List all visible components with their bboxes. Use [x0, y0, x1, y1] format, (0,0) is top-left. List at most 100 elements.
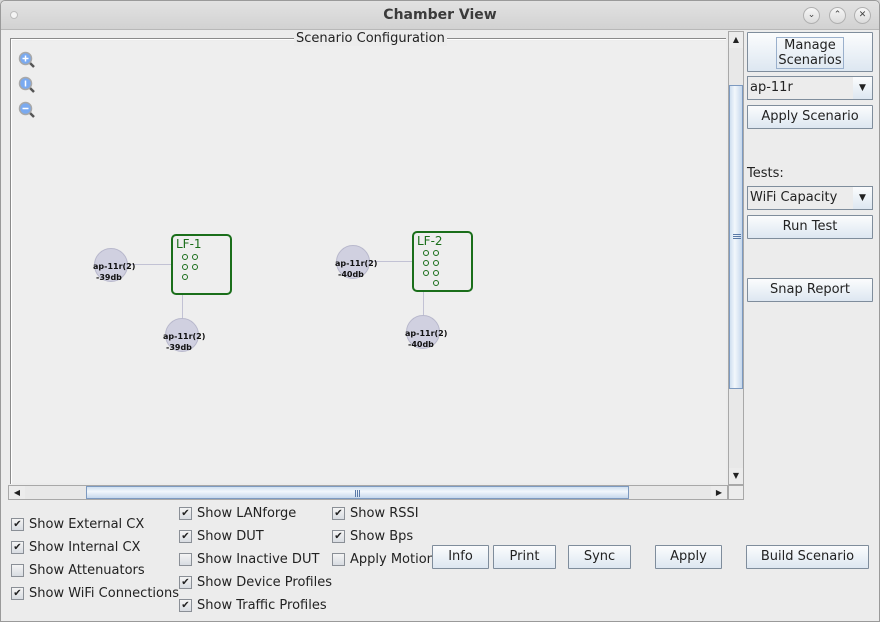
scenario-legend: Scenario Configuration	[294, 31, 447, 46]
checkbox-box[interactable]: ✔	[332, 529, 345, 543]
scroll-up-button[interactable]: ▲	[729, 32, 743, 48]
dut-rssi: -39db	[96, 273, 122, 282]
dut-name: ap-11r(2)	[93, 262, 136, 271]
checkbox-box[interactable]: ✔	[11, 586, 24, 600]
manage-scenarios-line2: Scenarios	[778, 53, 842, 68]
checkbox-box[interactable]	[11, 563, 24, 577]
zoom-reset-icon[interactable]	[18, 76, 36, 94]
show-bps-checkbox[interactable]: ✔ Show Bps	[332, 527, 413, 545]
checkbox-label: Show LANforge	[197, 505, 297, 521]
checkbox-box[interactable]: ✔	[179, 598, 192, 612]
sync-button[interactable]: Sync	[568, 545, 631, 569]
checkbox-label: Show DUT	[197, 528, 264, 544]
minimize-button[interactable]: ⌄	[803, 7, 820, 24]
scenario-configuration-panel: ap-11r(2) -39db ap-11r(2) -39db ap-11r(2…	[8, 31, 728, 485]
checkbox-label: Show Inactive DUT	[197, 551, 320, 567]
show-device-profiles-checkbox[interactable]: ✔ Show Device Profiles	[179, 573, 332, 591]
scenario-select-value: ap-11r	[748, 77, 854, 99]
chevron-down-icon[interactable]: ▼	[853, 187, 872, 209]
show-attenuators-checkbox[interactable]: Show Attenuators	[11, 561, 145, 579]
checkbox-label: Show Device Profiles	[197, 574, 332, 590]
vertical-scroll-thumb[interactable]	[729, 85, 743, 389]
info-button[interactable]: Info	[432, 545, 489, 569]
grip-line	[733, 234, 741, 235]
maximize-button[interactable]: ⌃	[829, 7, 846, 24]
port-icon	[423, 270, 429, 276]
port-icon	[182, 254, 188, 260]
checkbox-box[interactable]: ✔	[332, 506, 345, 520]
scroll-down-button[interactable]: ▼	[729, 468, 743, 484]
run-test-button[interactable]: Run Test	[747, 215, 873, 239]
dut-rssi: -40db	[338, 270, 364, 279]
scroll-left-button[interactable]: ◀	[9, 486, 25, 499]
checkbox-label: Show Internal CX	[29, 539, 141, 555]
show-external-cx-checkbox[interactable]: ✔ Show External CX	[11, 515, 144, 533]
show-dut-checkbox[interactable]: ✔ Show DUT	[179, 527, 264, 545]
port-icon	[423, 250, 429, 256]
apply-scenario-button[interactable]: Apply Scenario	[747, 105, 873, 129]
title-bar: Chamber View ⌄ ⌃ ✕	[1, 1, 879, 30]
checkbox-box[interactable]	[332, 552, 345, 566]
lanforge-node[interactable]: LF-1	[171, 234, 232, 295]
port-icon	[182, 274, 188, 280]
grip-line	[357, 490, 358, 497]
port-icon	[433, 280, 439, 286]
checkbox-label: Show RSSI	[350, 505, 419, 521]
port-icon	[182, 264, 188, 270]
checkbox-label: Show Traffic Profiles	[197, 597, 327, 613]
window-title: Chamber View	[383, 7, 497, 23]
apply-button[interactable]: Apply	[655, 545, 722, 569]
checkbox-label: Show WiFi Connections	[29, 585, 179, 601]
show-internal-cx-checkbox[interactable]: ✔ Show Internal CX	[11, 538, 140, 556]
close-button[interactable]: ✕	[854, 7, 871, 24]
show-wifi-connections-checkbox[interactable]: ✔ Show WiFi Connections	[11, 584, 179, 602]
build-scenario-button[interactable]: Build Scenario	[746, 545, 869, 569]
checkbox-box[interactable]: ✔	[11, 540, 24, 554]
lanforge-node[interactable]: LF-2	[412, 231, 473, 292]
scenario-canvas[interactable]: ap-11r(2) -39db ap-11r(2) -39db ap-11r(2…	[12, 41, 726, 483]
chamber-view-window: Chamber View ⌄ ⌃ ✕ ap-11r(2) -39db ap-11…	[0, 0, 880, 622]
scenario-select[interactable]: ap-11r ▼	[747, 76, 873, 100]
manage-scenarios-button[interactable]: Manage Scenarios	[747, 32, 873, 72]
tests-label: Tests:	[747, 166, 784, 181]
port-icon	[423, 260, 429, 266]
show-traffic-profiles-checkbox[interactable]: ✔ Show Traffic Profiles	[179, 596, 327, 614]
dut-name: ap-11r(2)	[163, 332, 206, 341]
port-icon	[433, 250, 439, 256]
port-icon	[192, 264, 198, 270]
horizontal-scroll-thumb[interactable]	[86, 486, 629, 499]
checkbox-box[interactable]: ✔	[179, 506, 192, 520]
grip-line	[733, 238, 741, 239]
snap-report-button[interactable]: Snap Report	[747, 278, 873, 302]
scrollbar-corner	[728, 485, 744, 500]
dut-rssi: -40db	[408, 340, 434, 349]
zoom-out-icon[interactable]	[18, 101, 36, 119]
show-inactive-dut-checkbox[interactable]: Show Inactive DUT	[179, 550, 319, 568]
checkbox-box[interactable]: ✔	[11, 517, 24, 531]
checkbox-box[interactable]: ✔	[179, 529, 192, 543]
dut-name: ap-11r(2)	[335, 259, 378, 268]
grip-line	[359, 490, 360, 497]
port-icon	[433, 270, 439, 276]
manage-scenarios-line1: Manage	[784, 38, 836, 53]
horizontal-scrollbar[interactable]: ◀ ▶	[8, 485, 728, 500]
checkbox-label: Show Bps	[350, 528, 414, 544]
tests-select[interactable]: WiFi Capacity ▼	[747, 186, 873, 210]
vertical-scrollbar[interactable]: ▲ ▼	[728, 31, 744, 485]
grip-line	[355, 490, 356, 497]
zoom-in-icon[interactable]	[18, 51, 36, 69]
lanforge-label: LF-1	[176, 237, 202, 251]
scroll-right-button[interactable]: ▶	[711, 486, 727, 499]
dut-rssi: -39db	[166, 343, 192, 352]
show-rssi-checkbox[interactable]: ✔ Show RSSI	[332, 504, 419, 522]
checkbox-label: Show Attenuators	[29, 562, 145, 578]
show-lanforge-checkbox[interactable]: ✔ Show LANforge	[179, 504, 296, 522]
apply-motion-checkbox[interactable]: Apply Motion	[332, 550, 435, 568]
checkbox-box[interactable]: ✔	[179, 575, 192, 589]
chevron-down-icon[interactable]: ▼	[853, 77, 872, 99]
checkbox-label: Apply Motion	[350, 551, 435, 567]
checkbox-label: Show External CX	[29, 516, 145, 532]
checkbox-box[interactable]	[179, 552, 192, 566]
print-button[interactable]: Print	[493, 545, 556, 569]
lanforge-label: LF-2	[417, 234, 443, 248]
